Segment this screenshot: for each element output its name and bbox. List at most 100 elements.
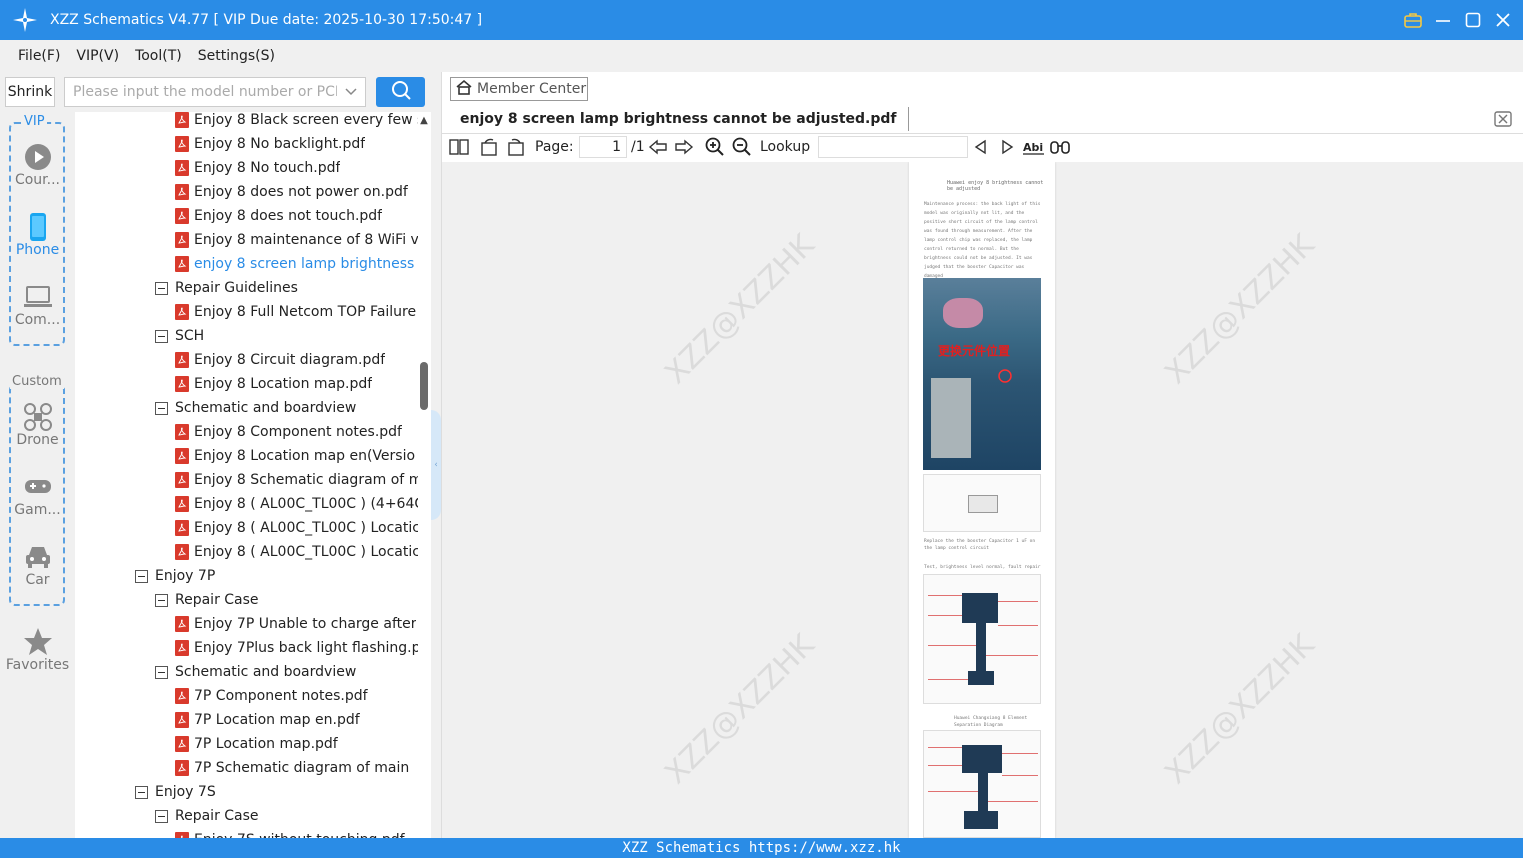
tree-folder-item[interactable]: Repair Guidelines [155, 276, 298, 300]
rail-item-favorites[interactable]: Favorites [0, 627, 75, 673]
rail-item-car[interactable]: Car [0, 542, 75, 588]
tree-folder-item[interactable]: SCH [155, 324, 204, 348]
tree-scroll-thumb[interactable] [420, 362, 428, 410]
chevron-down-icon[interactable] [337, 87, 365, 97]
two-page-icon[interactable] [448, 136, 470, 158]
tree-file-item[interactable]: Enjoy 8 Schematic diagram of m [175, 468, 418, 492]
collapse-toggle-icon[interactable] [155, 281, 168, 295]
panel-collapse-handle[interactable]: ‹ [431, 410, 441, 520]
collapse-toggle-icon[interactable] [155, 401, 168, 415]
tree-file-item[interactable]: Enjoy 8 Location map en(Versio [175, 444, 415, 468]
element-separation-diagram [923, 730, 1041, 838]
document-tab[interactable]: enjoy 8 screen lamp brightness cannot be… [450, 107, 910, 131]
search-icon [391, 80, 411, 104]
collapse-toggle-icon[interactable] [155, 809, 168, 823]
tree-file-item[interactable]: Enjoy 8 No backlight.pdf [175, 132, 365, 156]
rail-item-gaming[interactable]: Gam... [0, 472, 75, 518]
tree-file-item[interactable]: Enjoy 7Plus back light flashing.p [175, 636, 418, 660]
pdf-file-icon [175, 616, 189, 632]
close-tab-icon[interactable] [1493, 110, 1513, 128]
tree-file-item[interactable]: Enjoy 8 ( AL00C_TL00C ) (4+64G [175, 492, 418, 516]
pdf-file-icon [175, 232, 189, 248]
window-title: XZZ Schematics V4.77 [ VIP Due date: 202… [50, 12, 483, 28]
minimize-icon[interactable] [1433, 10, 1453, 30]
shrink-button[interactable]: Shrink [5, 77, 55, 107]
tree-file-item[interactable]: Enjoy 8 Location map.pdf [175, 372, 372, 396]
rail-item-phone[interactable]: Phone [0, 212, 75, 258]
tree-file-item[interactable]: enjoy 8 screen lamp brightness [175, 252, 414, 276]
vip-bag-icon[interactable] [1403, 10, 1423, 30]
tree-folder-item[interactable]: Enjoy 7S [135, 780, 216, 804]
prev-page-icon[interactable] [647, 136, 669, 158]
tree-folder-item[interactable]: Schematic and boardview [155, 660, 356, 684]
tree-folder-item[interactable]: Enjoy 7P [135, 564, 215, 588]
pdf-file-icon [175, 760, 189, 776]
match-case-icon[interactable]: Abi [1022, 136, 1046, 158]
collapse-toggle-icon[interactable] [155, 665, 168, 679]
star-icon [0, 627, 75, 657]
maximize-icon[interactable] [1463, 10, 1483, 30]
menu-settings[interactable]: Settings(S) [190, 48, 283, 64]
tree-file-item[interactable]: 7P Component notes.pdf [175, 684, 368, 708]
pdf-file-icon [175, 688, 189, 704]
find-prev-icon[interactable] [970, 136, 992, 158]
next-page-icon[interactable] [673, 136, 695, 158]
tree-item-label: Enjoy 7P [155, 568, 216, 584]
tree-file-item[interactable]: Enjoy 8 No touch.pdf [175, 156, 340, 180]
tree-folder-item[interactable]: Repair Case [155, 588, 259, 612]
rotate-right-icon[interactable] [505, 136, 527, 158]
tree-file-item[interactable]: Enjoy 8 does not power on.pdf [175, 180, 408, 204]
zoom-in-icon[interactable] [704, 136, 726, 158]
tree-folder-item[interactable]: Repair Case [155, 804, 259, 828]
search-input[interactable]: Please input the model number or PCB [73, 84, 337, 100]
member-center-button[interactable]: Member Center [450, 77, 588, 101]
tree-file-item[interactable]: Enjoy 8 Black screen every few s [175, 112, 418, 132]
search-button[interactable] [376, 77, 425, 107]
tree-item-label: 7P Location map en.pdf [194, 712, 360, 728]
page-number-input[interactable]: 1 [579, 136, 627, 158]
play-icon [0, 142, 75, 172]
tree-file-item[interactable]: Enjoy 8 Circuit diagram.pdf [175, 348, 385, 372]
pdf-file-icon [175, 544, 189, 560]
tree-file-item[interactable]: Enjoy 8 does not touch.pdf [175, 204, 382, 228]
pdf-viewer[interactable]: XZZ@XZZHK XZZ@XZZHK XZZ@XZZHK XZZ@XZZHK … [442, 162, 1523, 838]
rail-item-computer[interactable]: Com... [0, 282, 75, 328]
rail-item-label: Gam... [14, 502, 61, 518]
tree-file-item[interactable]: 7P Location map en.pdf [175, 708, 360, 732]
tree-file-item[interactable]: Enjoy 7P Unable to charge after [175, 612, 416, 636]
close-icon[interactable] [1493, 10, 1513, 30]
rail-item-drone[interactable]: Drone [0, 402, 75, 448]
collapse-toggle-icon[interactable] [155, 329, 168, 343]
collapse-toggle-icon[interactable] [135, 785, 148, 799]
gamepad-icon [0, 472, 75, 502]
collapse-toggle-icon[interactable] [135, 569, 148, 583]
lookup-input[interactable] [818, 136, 968, 158]
tree-scrollbar[interactable] [418, 112, 430, 838]
tree-file-item[interactable]: Enjoy 8 ( AL00C_TL00C ) Locatic [175, 540, 418, 564]
file-tree: Enjoy 8 Black screen every few s Enjoy 8 … [75, 112, 431, 838]
rail-item-courses[interactable]: Cour... [0, 142, 75, 188]
model-search-combobox[interactable]: Please input the model number or PCB [64, 77, 366, 107]
tree-file-item[interactable]: Enjoy 8 maintenance of 8 WiFi v [175, 228, 418, 252]
collapse-toggle-icon[interactable] [155, 593, 168, 607]
menu-file[interactable]: File(F) [10, 48, 68, 64]
tree-item-label: Enjoy 7P Unable to charge after [194, 616, 417, 632]
whole-word-icon[interactable] [1049, 136, 1071, 158]
menu-vip[interactable]: VIP(V) [68, 48, 127, 64]
tree-file-item[interactable]: Enjoy 8 Component notes.pdf [175, 420, 402, 444]
zoom-out-icon[interactable] [731, 136, 753, 158]
tree-folder-item[interactable]: Schematic and boardview [155, 396, 356, 420]
rotate-left-icon[interactable] [478, 136, 500, 158]
tree-file-item[interactable]: Enjoy 8 ( AL00C_TL00C ) Locatic [175, 516, 418, 540]
rail-item-label: Cour... [14, 172, 61, 188]
menu-tool[interactable]: Tool(T) [127, 48, 190, 64]
find-next-icon[interactable] [996, 136, 1018, 158]
photo-annotation: 更换元件位置 [938, 344, 1011, 358]
pdf-file-icon [175, 160, 189, 176]
pdf-file-icon [175, 472, 189, 488]
tree-file-item[interactable]: Enjoy 7S without touching.pdf [175, 828, 405, 838]
tree-file-item[interactable]: 7P Location map.pdf [175, 732, 338, 756]
tree-file-item[interactable]: 7P Schematic diagram of main [175, 756, 409, 780]
tree-file-item[interactable]: Enjoy 8 Full Netcom TOP Failure [175, 300, 416, 324]
scroll-up-icon[interactable]: ▲ [418, 112, 430, 128]
